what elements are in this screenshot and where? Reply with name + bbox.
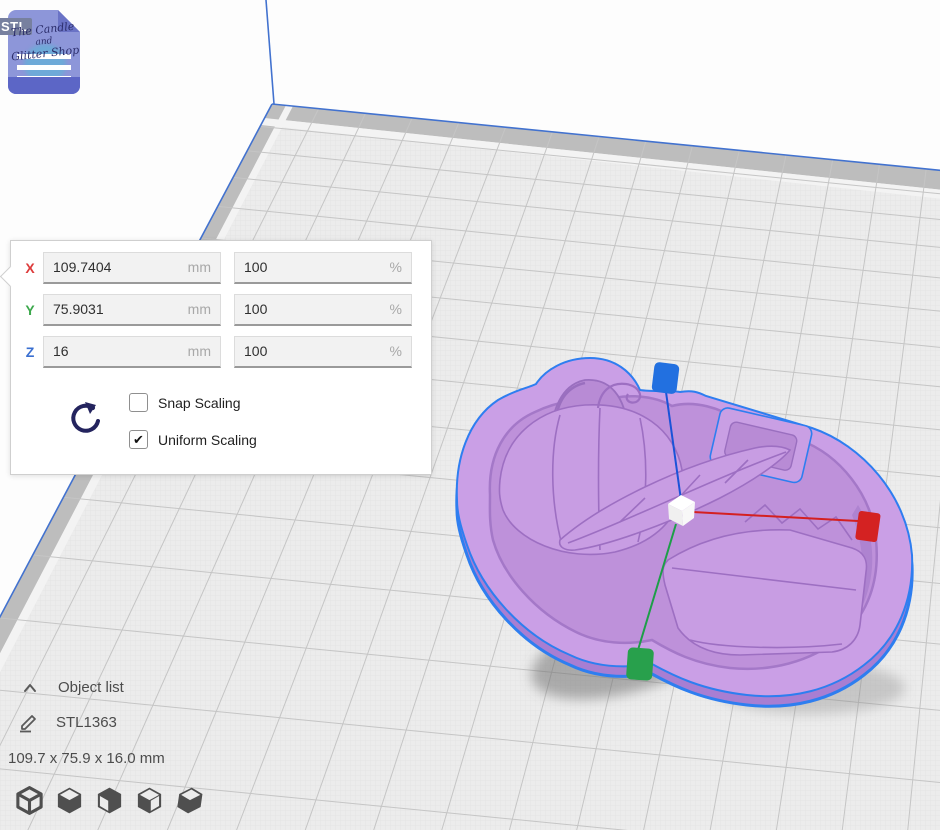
axis-x-label: X	[17, 260, 43, 276]
scale-row-z: Z 16 mm 100 %	[17, 336, 417, 367]
object-dimensions: 109.7 x 75.9 x 16.0 mm	[8, 750, 165, 767]
view-top-button[interactable]	[94, 785, 125, 816]
object-name: STL1363	[56, 714, 117, 731]
axis-z-label: Z	[17, 344, 43, 360]
scale-x-mm-input[interactable]: 109.7404 mm	[43, 252, 221, 284]
scale-z-mm-input[interactable]: 16 mm	[43, 336, 221, 368]
snap-scaling-label: Snap Scaling	[158, 395, 241, 411]
camera-view-toolbar	[14, 785, 205, 816]
cube-top-view-icon	[94, 785, 125, 816]
cube-right-view-icon	[174, 785, 205, 816]
gizmo-y-handle[interactable]	[626, 647, 654, 681]
scale-tool-panel: X 109.7404 mm 100 % Y 75.9031 mm 100 % Z…	[10, 240, 432, 475]
scale-row-y: Y 75.9031 mm 100 %	[17, 294, 417, 325]
view-left-button[interactable]	[134, 785, 165, 816]
uniform-scaling-row: ✔ Uniform Scaling	[129, 430, 257, 449]
cube-left-view-icon	[134, 785, 165, 816]
stl-shop-logo: STL The Candle and Glitter Shop	[2, 4, 90, 100]
chevron-up-icon	[22, 681, 38, 695]
view-front-button[interactable]	[54, 785, 85, 816]
uniform-scaling-label: Uniform Scaling	[158, 432, 257, 448]
view-right-button[interactable]	[174, 785, 205, 816]
object-list-label: Object list	[58, 679, 124, 696]
pencil-icon	[18, 711, 40, 733]
snap-scaling-row: Snap Scaling	[129, 393, 241, 412]
snap-scaling-checkbox[interactable]	[129, 393, 148, 412]
reset-arrow-icon	[63, 399, 109, 445]
gizmo-z-handle[interactable]	[651, 362, 679, 395]
scale-z-percent-input[interactable]: 100 %	[234, 336, 412, 368]
uniform-check-glyph: ✔	[133, 433, 144, 446]
object-list-item[interactable]: STL1363	[18, 711, 117, 733]
scale-row-x: X 109.7404 mm 100 %	[17, 252, 417, 283]
cube-front-view-icon	[54, 785, 85, 816]
scale-y-mm-input[interactable]: 75.9031 mm	[43, 294, 221, 326]
axis-y-label: Y	[17, 302, 43, 318]
uniform-scaling-checkbox[interactable]: ✔	[129, 430, 148, 449]
object-list-toggle[interactable]: Object list	[22, 679, 124, 696]
reset-scale-button[interactable]	[63, 399, 109, 445]
cube-3d-view-icon	[14, 785, 45, 816]
scale-x-percent-input[interactable]: 100 %	[234, 252, 412, 284]
scale-y-percent-input[interactable]: 100 %	[234, 294, 412, 326]
view-3d-button[interactable]	[14, 785, 45, 816]
gizmo-x-handle[interactable]	[855, 511, 881, 543]
